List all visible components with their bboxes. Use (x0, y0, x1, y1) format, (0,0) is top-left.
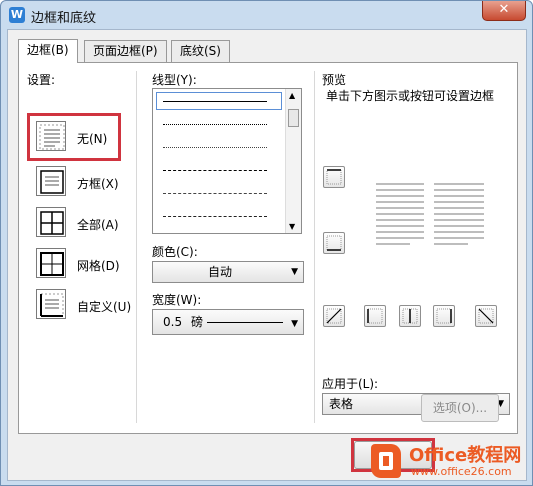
width-label: 宽度(W): (152, 293, 202, 307)
scroll-thumb[interactable] (288, 109, 299, 127)
borders-tab-panel: 设置: 无(N) 方框(X) 全部(A) 网格(D) 自定义(U) 线型(Y):… (18, 62, 518, 434)
diagonal-up-border-icon[interactable] (323, 305, 345, 327)
color-label: 颜色(C): (152, 245, 198, 259)
line-style-list[interactable]: ▲ ▼ (152, 88, 302, 234)
diagonal-down-border-icon[interactable] (475, 305, 497, 327)
line-style-dashed[interactable] (163, 170, 267, 171)
dialog-client: 边框(B) 页面边框(P) 底纹(S) 设置: 无(N) 方框(X) 全部(A)… (7, 29, 527, 481)
setting-grid-label[interactable]: 网格(D) (77, 257, 120, 274)
line-style-scrollbar[interactable]: ▲ ▼ (285, 89, 301, 233)
scroll-down-icon[interactable]: ▼ (289, 222, 295, 231)
width-dropdown[interactable]: 0.5 磅 ▼ (152, 309, 304, 335)
apply-to-label: 应用于(L): (322, 377, 379, 391)
inside-vertical-border-icon[interactable] (399, 305, 421, 327)
divider-left (136, 71, 137, 423)
chevron-down-icon: ▼ (291, 267, 298, 277)
title-bar[interactable]: W 边框和底纹 ✕ (1, 1, 532, 29)
left-border-icon[interactable] (364, 305, 386, 327)
preview-hint: 单击下方图示或按钮可设置边框 (326, 89, 495, 103)
watermark-url: www.office26.com (411, 465, 512, 478)
color-dropdown[interactable]: 自动 ▼ (152, 261, 304, 283)
top-border-icon[interactable] (323, 166, 345, 188)
close-button[interactable]: ✕ (482, 1, 526, 21)
width-line-sample (207, 322, 283, 323)
grid-border-icon[interactable] (36, 248, 66, 278)
app-icon: W (9, 7, 25, 23)
setting-custom-label[interactable]: 自定义(U) (77, 298, 131, 315)
borders-and-shading-dialog: W 边框和底纹 ✕ 边框(B) 页面边框(P) 底纹(S) 设置: 无(N) 方… (0, 0, 533, 486)
line-style-dotted[interactable] (163, 124, 267, 125)
line-style-long-dash[interactable] (163, 216, 267, 217)
line-style-solid[interactable] (163, 101, 267, 102)
setting-label: 设置: (27, 73, 56, 87)
scroll-up-icon[interactable]: ▲ (289, 91, 295, 100)
preview-label: 预览 (322, 73, 347, 87)
apply-to-value: 表格 (329, 397, 354, 411)
custom-border-icon[interactable] (36, 289, 66, 319)
setting-none-label[interactable]: 无(N) (77, 130, 107, 147)
tab-page-border[interactable]: 页面边框(P) (84, 40, 167, 62)
width-value: 0.5 (163, 315, 183, 329)
bottom-border-icon[interactable] (323, 232, 345, 254)
all-borders-icon[interactable] (36, 207, 66, 237)
line-style-dash-dot[interactable] (163, 193, 267, 194)
dialog-title: 边框和底纹 (31, 11, 97, 26)
box-border-icon[interactable] (36, 166, 66, 196)
options-button[interactable]: 选项(O)... (421, 394, 499, 422)
divider-right (314, 71, 315, 423)
no-border-icon[interactable] (36, 121, 66, 151)
preview-area[interactable] (374, 181, 486, 247)
line-style-fine-dotted[interactable] (163, 147, 267, 148)
office-logo-icon (371, 444, 401, 478)
setting-box-label[interactable]: 方框(X) (77, 175, 119, 192)
watermark-brand: Office教程网 (409, 445, 522, 466)
chevron-down-icon: ▼ (291, 319, 298, 329)
line-style-label: 线型(Y): (152, 73, 197, 87)
right-border-icon[interactable] (433, 305, 455, 327)
tab-shading[interactable]: 底纹(S) (171, 40, 230, 62)
width-unit: 磅 (191, 315, 204, 329)
office-watermark: Office教程网 www.office26.com (369, 438, 531, 484)
color-value: 自动 (207, 265, 232, 279)
tab-borders[interactable]: 边框(B) (18, 39, 78, 63)
setting-all-label[interactable]: 全部(A) (77, 216, 119, 233)
